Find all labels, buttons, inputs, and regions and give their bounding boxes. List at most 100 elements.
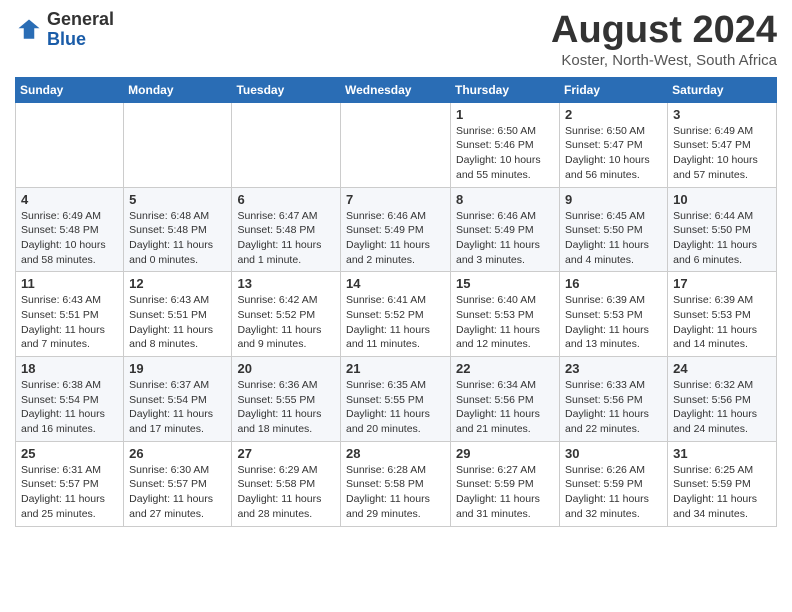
day-info: Sunrise: 6:30 AMSunset: 5:57 PMDaylight:… <box>129 463 226 522</box>
day-number: 26 <box>129 446 226 461</box>
calendar-cell <box>16 102 124 187</box>
day-info: Sunrise: 6:32 AMSunset: 5:56 PMDaylight:… <box>673 378 771 437</box>
day-number: 10 <box>673 192 771 207</box>
calendar-cell: 1 Sunrise: 6:50 AMSunset: 5:46 PMDaylight… <box>451 102 560 187</box>
day-number: 21 <box>346 361 445 376</box>
logo-icon <box>15 16 43 44</box>
day-info: Sunrise: 6:46 AMSunset: 5:49 PMDaylight:… <box>456 209 554 268</box>
day-number: 16 <box>565 276 662 291</box>
title-block: August 2024 Koster, North-West, South Af… <box>551 10 777 69</box>
day-info: Sunrise: 6:43 AMSunset: 5:51 PMDaylight:… <box>129 293 226 352</box>
day-number: 27 <box>237 446 335 461</box>
calendar-cell: 29 Sunrise: 6:27 AMSunset: 5:59 PMDayligh… <box>451 441 560 526</box>
day-info: Sunrise: 6:27 AMSunset: 5:59 PMDaylight:… <box>456 463 554 522</box>
calendar-cell: 16Sunrise: 6:39 AMSunset: 5:53 PMDayligh… <box>560 272 668 357</box>
calendar-cell: 15 Sunrise: 6:40 AMSunset: 5:53 PMDayligh… <box>451 272 560 357</box>
day-info: Sunrise: 6:29 AMSunset: 5:58 PMDaylight:… <box>237 463 335 522</box>
calendar-cell: 26 Sunrise: 6:30 AMSunset: 5:57 PMDayligh… <box>124 441 232 526</box>
day-info: Sunrise: 6:31 AMSunset: 5:57 PMDaylight:… <box>21 463 118 522</box>
day-number: 29 <box>456 446 554 461</box>
day-info: Sunrise: 6:44 AMSunset: 5:50 PMDaylight:… <box>673 209 771 268</box>
day-number: 11 <box>21 276 118 291</box>
day-number: 7 <box>346 192 445 207</box>
calendar-cell: 21Sunrise: 6:35 AMSunset: 5:55 PMDayligh… <box>341 357 451 442</box>
calendar-cell: 8 Sunrise: 6:46 AMSunset: 5:49 PMDaylight… <box>451 187 560 272</box>
day-info: Sunrise: 6:39 AMSunset: 5:53 PMDaylight:… <box>673 293 771 352</box>
day-number: 4 <box>21 192 118 207</box>
day-number: 24 <box>673 361 771 376</box>
calendar-cell: 28 Sunrise: 6:28 AMSunset: 5:58 PMDayligh… <box>341 441 451 526</box>
day-number: 8 <box>456 192 554 207</box>
calendar-cell: 10 Sunrise: 6:44 AMSunset: 5:50 PMDayligh… <box>668 187 777 272</box>
day-number: 5 <box>129 192 226 207</box>
day-info: Sunrise: 6:28 AMSunset: 5:58 PMDaylight:… <box>346 463 445 522</box>
calendar-cell: 2 Sunrise: 6:50 AMSunset: 5:47 PMDaylight… <box>560 102 668 187</box>
calendar-week-row: 25 Sunrise: 6:31 AMSunset: 5:57 PMDayligh… <box>16 441 777 526</box>
logo-blue-text: Blue <box>47 29 86 49</box>
day-number: 25 <box>21 446 118 461</box>
day-info: Sunrise: 6:40 AMSunset: 5:53 PMDaylight:… <box>456 293 554 352</box>
calendar-cell: 19Sunrise: 6:37 AMSunset: 5:54 PMDayligh… <box>124 357 232 442</box>
day-info: Sunrise: 6:45 AMSunset: 5:50 PMDaylight:… <box>565 209 662 268</box>
day-number: 30 <box>565 446 662 461</box>
day-info: Sunrise: 6:42 AMSunset: 5:52 PMDaylight:… <box>237 293 335 352</box>
calendar-cell: 6 Sunrise: 6:47 AMSunset: 5:48 PMDaylight… <box>232 187 341 272</box>
day-info: Sunrise: 6:41 AMSunset: 5:52 PMDaylight:… <box>346 293 445 352</box>
calendar-cell: 30 Sunrise: 6:26 AMSunset: 5:59 PMDayligh… <box>560 441 668 526</box>
page-header: General Blue August 2024 Koster, North-W… <box>15 10 777 69</box>
calendar-cell: 24 Sunrise: 6:32 AMSunset: 5:56 PMDayligh… <box>668 357 777 442</box>
day-number: 18 <box>21 361 118 376</box>
day-info: Sunrise: 6:49 AMSunset: 5:48 PMDaylight:… <box>21 209 118 268</box>
day-number: 17 <box>673 276 771 291</box>
calendar-cell: 4 Sunrise: 6:49 AMSunset: 5:48 PMDaylight… <box>16 187 124 272</box>
calendar-table: SundayMondayTuesdayWednesdayThursdayFrid… <box>15 77 777 527</box>
day-number: 12 <box>129 276 226 291</box>
calendar-cell <box>341 102 451 187</box>
day-number: 2 <box>565 107 662 122</box>
day-header-sunday: Sunday <box>16 77 124 102</box>
day-number: 22 <box>456 361 554 376</box>
day-info: Sunrise: 6:50 AMSunset: 5:47 PMDaylight:… <box>565 124 662 183</box>
logo: General Blue <box>15 10 114 50</box>
day-number: 1 <box>456 107 554 122</box>
day-info: Sunrise: 6:48 AMSunset: 5:48 PMDaylight:… <box>129 209 226 268</box>
calendar-cell: 23 Sunrise: 6:33 AMSunset: 5:56 PMDayligh… <box>560 357 668 442</box>
day-number: 15 <box>456 276 554 291</box>
day-info: Sunrise: 6:46 AMSunset: 5:49 PMDaylight:… <box>346 209 445 268</box>
day-info: Sunrise: 6:50 AMSunset: 5:46 PMDaylight:… <box>456 124 554 183</box>
calendar-cell: 11 Sunrise: 6:43 AMSunset: 5:51 PMDayligh… <box>16 272 124 357</box>
day-info: Sunrise: 6:49 AMSunset: 5:47 PMDaylight:… <box>673 124 771 183</box>
calendar-week-row: 1 Sunrise: 6:50 AMSunset: 5:46 PMDaylight… <box>16 102 777 187</box>
calendar-cell: 9 Sunrise: 6:45 AMSunset: 5:50 PMDaylight… <box>560 187 668 272</box>
day-number: 3 <box>673 107 771 122</box>
calendar-week-row: 18 Sunrise: 6:38 AMSunset: 5:54 PMDayligh… <box>16 357 777 442</box>
day-header-wednesday: Wednesday <box>341 77 451 102</box>
calendar-cell: 14Sunrise: 6:41 AMSunset: 5:52 PMDayligh… <box>341 272 451 357</box>
calendar-cell: 5 Sunrise: 6:48 AMSunset: 5:48 PMDaylight… <box>124 187 232 272</box>
calendar-header-row: SundayMondayTuesdayWednesdayThursdayFrid… <box>16 77 777 102</box>
day-info: Sunrise: 6:38 AMSunset: 5:54 PMDaylight:… <box>21 378 118 437</box>
day-info: Sunrise: 6:43 AMSunset: 5:51 PMDaylight:… <box>21 293 118 352</box>
day-number: 28 <box>346 446 445 461</box>
calendar-cell: 25 Sunrise: 6:31 AMSunset: 5:57 PMDayligh… <box>16 441 124 526</box>
day-number: 19 <box>129 361 226 376</box>
logo-general-text: General <box>47 9 114 29</box>
location-text: Koster, North-West, South Africa <box>551 52 777 69</box>
day-info: Sunrise: 6:47 AMSunset: 5:48 PMDaylight:… <box>237 209 335 268</box>
calendar-cell: 20Sunrise: 6:36 AMSunset: 5:55 PMDayligh… <box>232 357 341 442</box>
calendar-week-row: 11 Sunrise: 6:43 AMSunset: 5:51 PMDayligh… <box>16 272 777 357</box>
day-header-thursday: Thursday <box>451 77 560 102</box>
day-number: 9 <box>565 192 662 207</box>
calendar-cell: 31Sunrise: 6:25 AMSunset: 5:59 PMDayligh… <box>668 441 777 526</box>
day-header-saturday: Saturday <box>668 77 777 102</box>
day-info: Sunrise: 6:26 AMSunset: 5:59 PMDaylight:… <box>565 463 662 522</box>
calendar-cell: 7 Sunrise: 6:46 AMSunset: 5:49 PMDaylight… <box>341 187 451 272</box>
day-number: 6 <box>237 192 335 207</box>
day-info: Sunrise: 6:34 AMSunset: 5:56 PMDaylight:… <box>456 378 554 437</box>
day-info: Sunrise: 6:33 AMSunset: 5:56 PMDaylight:… <box>565 378 662 437</box>
day-info: Sunrise: 6:36 AMSunset: 5:55 PMDaylight:… <box>237 378 335 437</box>
calendar-cell: 13Sunrise: 6:42 AMSunset: 5:52 PMDayligh… <box>232 272 341 357</box>
day-number: 23 <box>565 361 662 376</box>
day-info: Sunrise: 6:25 AMSunset: 5:59 PMDaylight:… <box>673 463 771 522</box>
calendar-cell: 18 Sunrise: 6:38 AMSunset: 5:54 PMDayligh… <box>16 357 124 442</box>
